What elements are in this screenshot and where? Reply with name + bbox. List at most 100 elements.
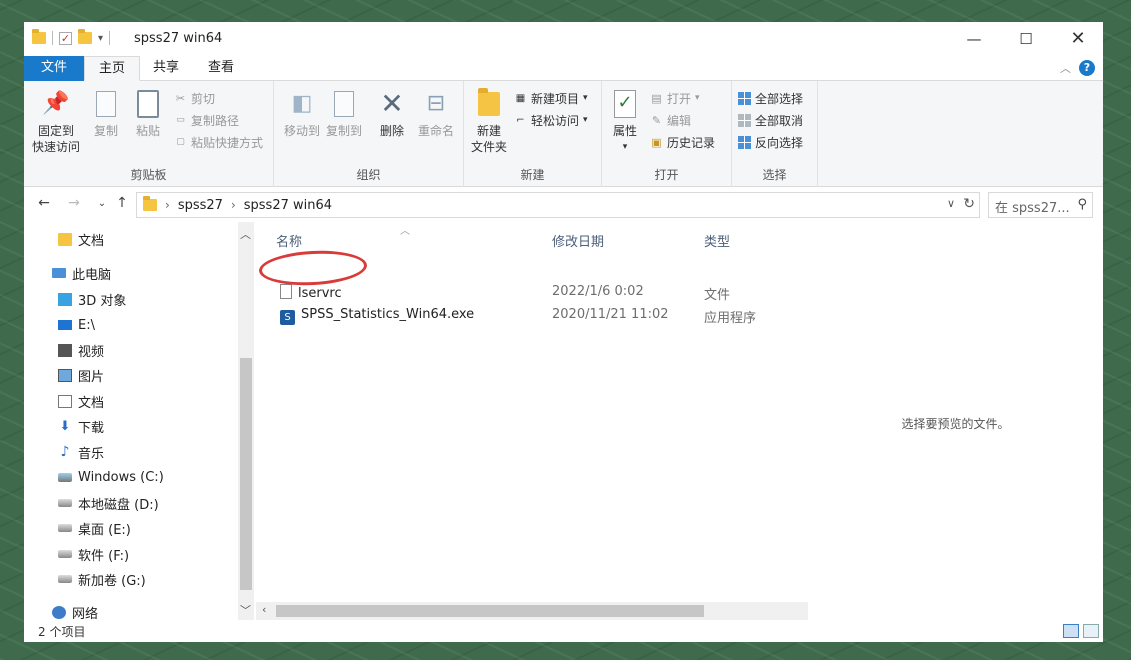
music-note-icon: ♪ <box>60 443 70 460</box>
select-none-button[interactable]: 全部取消 <box>738 111 803 129</box>
edit-icon: ✎ <box>651 113 662 127</box>
new-group: 新建 文件夹 ▦ 新建项目 ▾ ⌐ 轻松访问 ▾ 新建 <box>464 81 602 187</box>
quick-access-toolbar: ✓ ▾ <box>32 29 111 45</box>
large-icons-view-icon[interactable] <box>1083 624 1099 638</box>
select-all-label: 全部选择 <box>755 91 804 106</box>
nav-pane-scrollbar[interactable]: ︿ ﹀ <box>238 222 254 620</box>
column-header-date[interactable]: 修改日期 <box>552 231 604 250</box>
open-icon: ▤ <box>651 91 662 105</box>
scrollbar-thumb[interactable] <box>276 605 704 617</box>
explorer-window: ✓ ▾ spss27 win64 — ☐ ✕ 文件 主页 共享 查看 ︿ ? 📌… <box>24 22 1103 642</box>
breadcrumb-spss27[interactable]: spss27 <box>178 198 223 213</box>
paste-label: 粘贴 <box>135 124 160 138</box>
nav-item-this-pc[interactable]: 此电脑 <box>52 262 111 284</box>
clipboard-group: 📌 固定到 快速访问 复制 粘贴 ✂ 剪切 ▭ 复制路径 ▢ 粘贴快捷方式 剪贴… <box>24 81 274 187</box>
new-folder-button[interactable]: 新建 文件夹 <box>468 88 510 155</box>
clipboard-group-label: 剪贴板 <box>130 168 167 182</box>
select-all-button[interactable]: 全部选择 <box>738 89 803 107</box>
tab-home[interactable]: 主页 <box>84 56 141 81</box>
copy-path-button[interactable]: ▭ 复制路径 <box>174 111 239 129</box>
nav-item-label: 音乐 <box>78 446 105 462</box>
search-placeholder: 在 spss27... <box>995 201 1070 216</box>
properties-button[interactable]: ✓ 属性 ▾ <box>608 89 642 155</box>
nav-item-documents[interactable]: 文档 <box>58 390 104 412</box>
edit-button[interactable]: ✎ 编辑 <box>650 111 691 129</box>
open-button[interactable]: ▤ 打开 ▾ <box>650 89 699 107</box>
up-arrow-icon[interactable]: ↑ <box>112 195 132 211</box>
scroll-up-icon[interactable]: ︿ <box>240 226 251 242</box>
pin-quick-access-button[interactable]: 📌 固定到 快速访问 <box>30 89 82 155</box>
properties-qat-icon[interactable]: ✓ <box>59 31 72 45</box>
system-drive-icon <box>58 472 72 482</box>
forward-arrow-icon[interactable]: → <box>64 195 84 211</box>
collapse-ribbon-icon[interactable]: ︿ <box>1060 60 1071 76</box>
ribbon-tabs: 文件 主页 共享 查看 ︿ ? <box>24 56 1103 81</box>
nav-item-music[interactable]: ♪ 音乐 <box>58 441 104 463</box>
nav-item-new-volume-g[interactable]: 新加卷 (G:) <box>58 568 146 590</box>
copy-to-button[interactable]: 复制到 <box>324 89 364 139</box>
tab-file[interactable]: 文件 <box>24 56 84 81</box>
drive-icon <box>58 575 72 583</box>
column-header-name[interactable]: 名称 <box>276 231 302 250</box>
preview-message: 选择要预览的文件。 <box>901 417 1010 431</box>
tab-share[interactable]: 共享 <box>139 56 193 81</box>
minimize-button[interactable]: — <box>949 22 999 56</box>
scroll-left-icon[interactable]: ‹ <box>262 603 266 616</box>
item-count: 2 个项目 <box>38 625 86 639</box>
easy-access-button[interactable]: ⌐ 轻松访问 ▾ <box>514 111 587 129</box>
paste-button[interactable]: 粘贴 <box>128 89 168 139</box>
nav-item-videos[interactable]: 视频 <box>58 339 104 361</box>
file-list-horizontal-scrollbar[interactable]: ‹ <box>256 602 808 620</box>
file-row[interactable]: S SPSS_Statistics_Win64.exe 2020/11/21 11… <box>276 304 806 326</box>
paste-shortcut-button[interactable]: ▢ 粘贴快捷方式 <box>174 133 263 151</box>
help-icon[interactable]: ? <box>1079 60 1095 76</box>
cut-button[interactable]: ✂ 剪切 <box>174 89 215 107</box>
nav-item-documents-quick[interactable]: 文档 <box>58 228 104 250</box>
new-item-button[interactable]: ▦ 新建项目 ▾ <box>514 89 588 107</box>
tab-view[interactable]: 查看 <box>194 56 248 81</box>
rename-button[interactable]: ⊟ 重命名 <box>414 89 458 139</box>
history-button[interactable]: ▣ 历史记录 <box>650 133 715 151</box>
address-bar[interactable]: › spss27 › spss27 win64 ∨ ↻ <box>136 192 980 218</box>
delete-button[interactable]: ✕ 删除 <box>374 89 410 139</box>
desktop-icon <box>58 320 72 330</box>
scrollbar-thumb[interactable] <box>240 358 252 590</box>
copy-button[interactable]: 复制 <box>86 89 126 139</box>
customize-qat-chevron-icon[interactable]: ▾ <box>98 33 103 44</box>
invert-selection-button[interactable]: 反向选择 <box>738 133 803 151</box>
file-row[interactable]: lservrc 2022/1/6 0:02 文件 <box>276 281 806 303</box>
search-input[interactable]: 在 spss27... ⚲ <box>988 192 1093 218</box>
back-arrow-icon[interactable]: ← <box>34 195 54 211</box>
move-to-button[interactable]: ◧ 移动到 <box>282 89 322 139</box>
recent-locations-chevron-icon[interactable]: ⌄ <box>92 198 112 209</box>
select-all-icon <box>738 91 751 105</box>
details-view-icon[interactable] <box>1063 624 1079 638</box>
chevron-right-icon[interactable]: › <box>231 198 236 212</box>
address-dropdown-chevron-icon[interactable]: ∨ <box>947 197 955 210</box>
nav-item-network[interactable]: 网络 <box>52 601 98 623</box>
nav-item-e-drive[interactable]: E:\ <box>58 314 95 336</box>
breadcrumb-spss27-win64[interactable]: spss27 win64 <box>244 198 332 213</box>
open-label: 打开 <box>667 91 692 106</box>
close-button[interactable]: ✕ <box>1053 22 1103 56</box>
nav-item-software-f[interactable]: 软件 (F:) <box>58 543 129 565</box>
history-label: 历史记录 <box>667 135 716 150</box>
scroll-down-icon[interactable]: ﹀ <box>240 602 251 618</box>
nav-item-label: 软件 (F:) <box>78 548 130 564</box>
open-group-label: 打开 <box>654 168 679 182</box>
chevron-right-icon[interactable]: › <box>165 198 170 212</box>
column-header-type[interactable]: 类型 <box>704 231 730 250</box>
nav-item-3d-objects[interactable]: 3D 对象 <box>58 288 126 310</box>
refresh-icon[interactable]: ↻ <box>963 196 975 212</box>
nav-item-desktop-e[interactable]: 桌面 (E:) <box>58 517 131 539</box>
nav-item-pictures[interactable]: 图片 <box>58 364 104 386</box>
nav-item-downloads[interactable]: ⬇ 下载 <box>58 415 104 437</box>
maximize-button[interactable]: ☐ <box>1001 22 1051 56</box>
file-name-cell: lservrc <box>280 284 342 301</box>
nav-item-local-disk-d[interactable]: 本地磁盘 (D:) <box>58 492 159 514</box>
nav-item-windows-c[interactable]: Windows (C:) <box>58 466 164 488</box>
navigation-pane: 文档 此电脑 3D 对象 E:\ 视频 图片 文档 ⬇ 下载 ♪ 音乐 Wind… <box>24 224 256 622</box>
history-icon: ▣ <box>651 135 662 149</box>
new-folder-qat-icon[interactable] <box>78 29 92 44</box>
computer-icon <box>52 268 66 278</box>
